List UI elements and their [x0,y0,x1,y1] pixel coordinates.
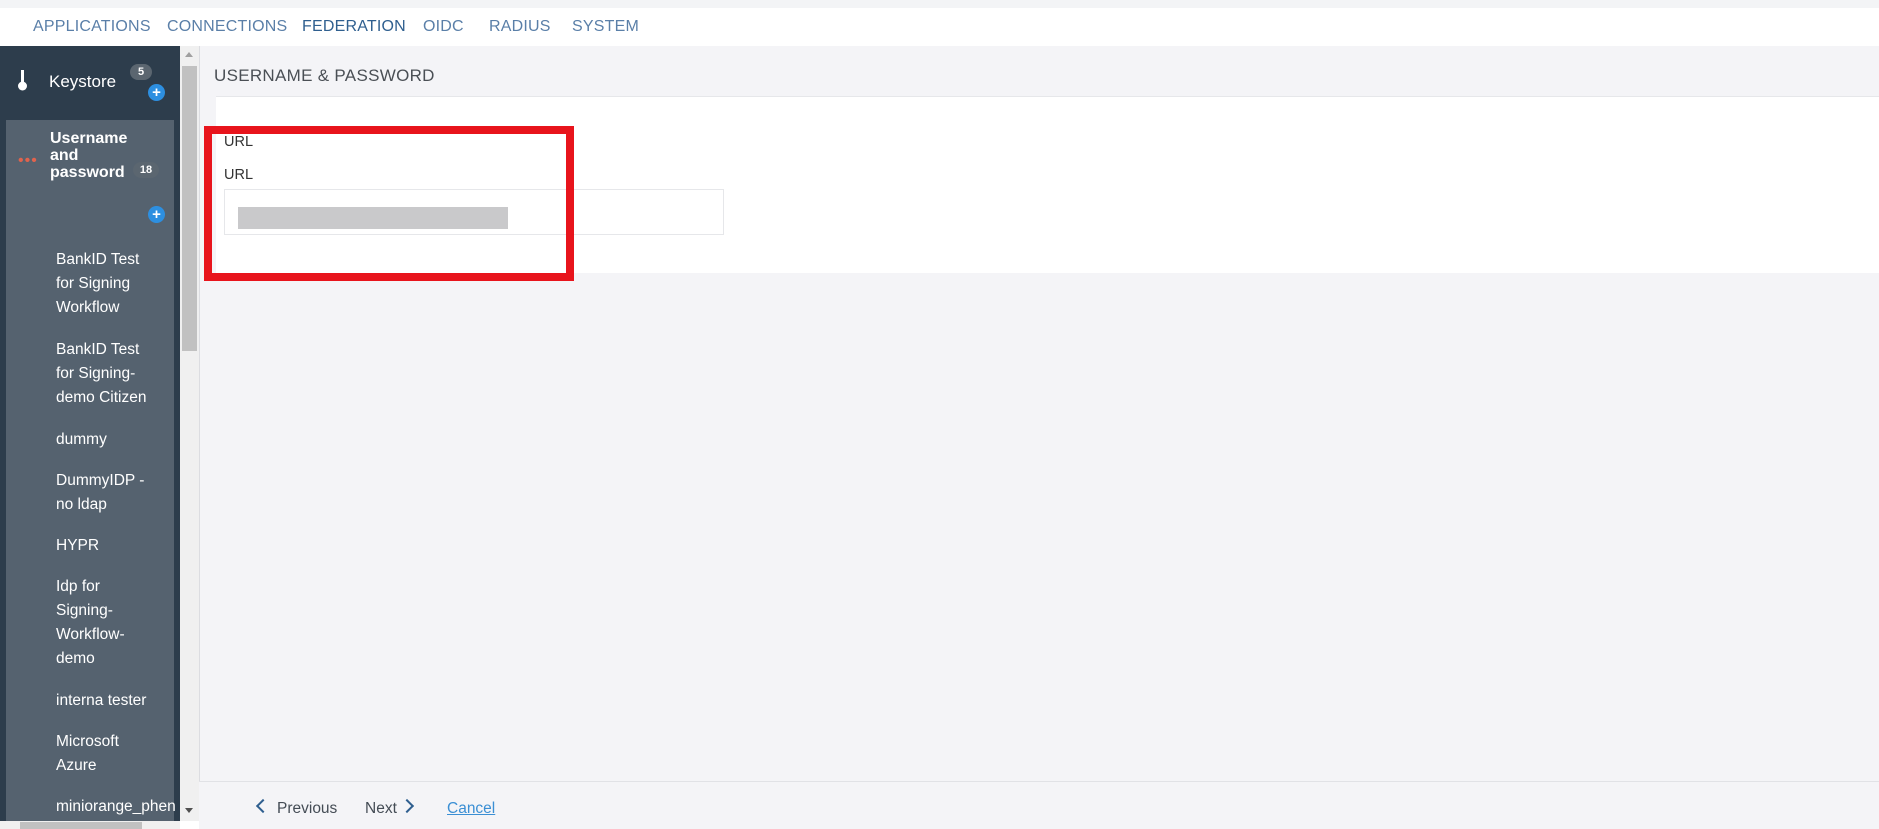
nav-connections[interactable]: CONNECTIONS [167,18,287,36]
chevron-left-icon[interactable] [255,798,271,814]
list-item[interactable]: DummyIDP - no ldap [56,469,180,517]
nav-system[interactable]: SYSTEM [572,18,639,36]
sidebar-vertical-scrollbar[interactable] [180,46,199,821]
list-item[interactable]: interna tester [56,689,180,713]
sidebar-item-keystore[interactable]: Keystore 5 + [0,46,176,114]
main-content: USERNAME & PASSWORD URL URL [199,46,1879,781]
highlight-box [204,126,574,281]
scroll-up-icon[interactable] [185,52,193,57]
scrollbar-thumb[interactable] [182,66,197,351]
list-item[interactable]: Idp for Signing- Workflow- demo [56,575,180,671]
keystore-add-icon[interactable]: + [148,84,165,101]
top-navigation: APPLICATIONS CONNECTIONS FEDERATION OIDC… [0,0,1879,46]
next-button[interactable]: Next [365,800,397,818]
username-password-add-icon[interactable]: + [148,206,165,223]
chevron-right-icon[interactable] [399,798,415,814]
list-item[interactable]: BankID Test for Signing- demo Citizen [56,338,180,410]
keystore-label: Keystore [49,72,117,91]
username-password-count-badge: 18 [133,162,159,178]
sidebar: Keystore 5 + ••• Username and password 1… [0,46,180,829]
list-item[interactable]: HYPR [56,534,180,558]
nav-radius[interactable]: RADIUS [489,18,551,36]
page-title: USERNAME & PASSWORD [214,66,435,85]
list-item[interactable]: BankID Test for Signing Workflow [56,248,180,320]
keystore-count-badge: 5 [130,64,152,80]
sidebar-horizontal-scrollbar[interactable] [0,821,180,829]
ellipsis-icon[interactable]: ••• [18,152,38,170]
username-password-label[interactable]: Username and password [50,130,140,181]
previous-button[interactable]: Previous [277,800,337,818]
scrollbar-thumb[interactable] [20,822,142,829]
list-item[interactable]: dummy [56,428,180,452]
nav-applications[interactable]: APPLICATIONS [33,18,151,36]
username-password-panel: ••• Username and password 18 + BankID Te… [6,120,176,829]
key-icon [18,70,27,91]
scroll-down-icon[interactable] [185,808,193,813]
wizard-footer: Previous Next Cancel [199,781,1879,829]
list-item[interactable]: miniorange_phen [56,795,180,819]
list-item[interactable]: Microsoft Azure [56,730,180,778]
nav-federation[interactable]: FEDERATION [302,18,406,36]
cancel-button[interactable]: Cancel [447,800,495,818]
nav-oidc[interactable]: OIDC [423,18,464,36]
